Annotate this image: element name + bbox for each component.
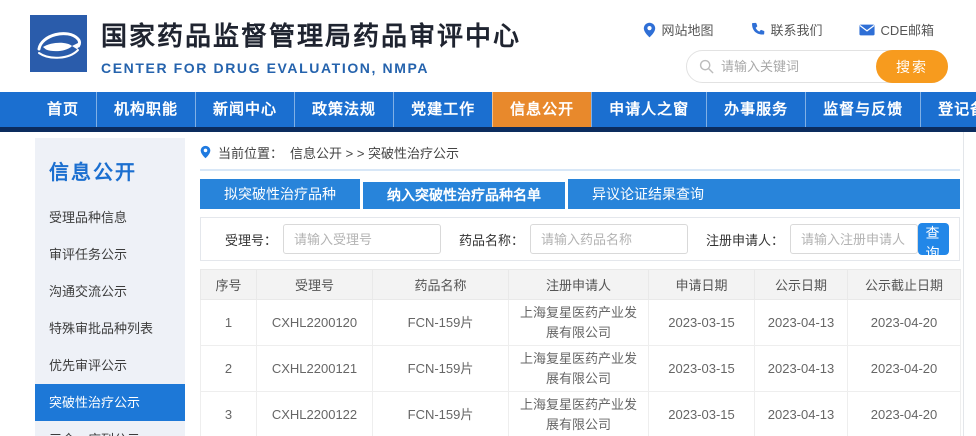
sidebar-title: 信息公开 [35, 138, 185, 185]
filter-drug-name-group: 药品名称： [459, 224, 688, 254]
table-cell: 1 [201, 300, 257, 346]
sidebar-item[interactable]: 审评任务公示 [35, 236, 185, 273]
table-cell: 2023-04-20 [848, 300, 961, 346]
table-column-header: 序号 [201, 270, 257, 300]
nav-item[interactable]: 党建工作 [393, 92, 492, 127]
nav-item[interactable]: 机构职能 [96, 92, 195, 127]
cde-logo [30, 15, 87, 72]
header-quick-links: 网站地图 联系我们 CDE邮箱 [643, 20, 934, 39]
tab-bar: 拟突破性治疗品种纳入突破性治疗品种名单异议论证结果查询 [200, 179, 960, 209]
drug-name-input[interactable] [530, 224, 688, 254]
table-body: 1CXHL2200120FCN-159片上海复星医药产业发展有限公司2023-0… [201, 300, 961, 436]
table-cell: 上海复星医药产业发展有限公司 [509, 392, 649, 436]
table-cell: 2023-04-20 [848, 392, 961, 436]
breadcrumb-pin-icon [200, 145, 211, 159]
table-cell: 2023-04-13 [755, 300, 848, 346]
site-header: 国家药品监督管理局药品审评中心 CENTER FOR DRUG EVALUATI… [0, 0, 976, 92]
table-cell: 2023-03-15 [649, 392, 755, 436]
table-cell: 2023-03-15 [649, 300, 755, 346]
table-cell: 2 [201, 346, 257, 392]
drug-name-label: 药品名称： [459, 230, 524, 249]
cde-logo-icon [30, 15, 87, 72]
content-right-edge [963, 132, 964, 436]
breadcrumb-trail: 信息公开 > > 突破性治疗公示 [290, 143, 459, 162]
main-area: 信息公开 受理品种信息审评任务公示沟通交流公示特殊审批品种列表优先审评公示突破性… [0, 132, 976, 436]
sidebar-item[interactable]: 三合一序列公示 [35, 421, 185, 436]
site-title-block: 国家药品监督管理局药品审评中心 CENTER FOR DRUG EVALUATI… [101, 16, 521, 76]
sitemap-link[interactable]: 网站地图 [643, 20, 714, 39]
site-search-box: 搜索 [686, 50, 948, 83]
results-table: 序号受理号药品名称注册申请人申请日期公示日期公示截止日期 1CXHL220012… [200, 269, 961, 436]
applicant-label: 注册申请人： [706, 230, 784, 249]
cde-website-page: 国家药品监督管理局药品审评中心 CENTER FOR DRUG EVALUATI… [0, 0, 976, 436]
breadcrumb: 当前位置： 信息公开 > > 突破性治疗公示 [200, 140, 960, 164]
nav-item[interactable]: 监督与反馈 [805, 92, 920, 127]
nav-item[interactable]: 首页 [30, 92, 96, 127]
cde-mail-link-label: CDE邮箱 [881, 20, 934, 39]
filter-acceptance-no-group: 受理号： [225, 224, 441, 254]
breadcrumb-divider [200, 169, 960, 171]
table-row: 2CXHL2200121FCN-159片上海复星医药产业发展有限公司2023-0… [201, 346, 961, 392]
sidebar-item[interactable]: 优先审评公示 [35, 347, 185, 384]
table-header-row: 序号受理号药品名称注册申请人申请日期公示日期公示截止日期 [201, 270, 961, 300]
table-cell: FCN-159片 [373, 300, 509, 346]
sidebar: 信息公开 受理品种信息审评任务公示沟通交流公示特殊审批品种列表优先审评公示突破性… [35, 138, 185, 436]
table-column-header: 申请日期 [649, 270, 755, 300]
table-row: 1CXHL2200120FCN-159片上海复星医药产业发展有限公司2023-0… [201, 300, 961, 346]
table-column-header: 公示日期 [755, 270, 848, 300]
nav-item[interactable]: 申请人之窗 [591, 92, 706, 127]
filter-bar: 受理号： 药品名称： 注册申请人： 查询 [200, 217, 960, 261]
contact-us-link-label: 联系我们 [771, 20, 823, 39]
table-column-header: 公示截止日期 [848, 270, 961, 300]
sidebar-item[interactable]: 特殊审批品种列表 [35, 310, 185, 347]
tab[interactable]: 拟突破性治疗品种 [200, 179, 360, 209]
table-cell: 2023-04-20 [848, 346, 961, 392]
table-cell: FCN-159片 [373, 392, 509, 436]
tab[interactable]: 纳入突破性治疗品种名单 [360, 179, 568, 209]
table-cell: 2023-03-15 [649, 346, 755, 392]
query-button[interactable]: 查询 [918, 223, 949, 255]
nav-item[interactable]: 新闻中心 [195, 92, 294, 127]
phone-icon [750, 22, 765, 37]
table-column-header: 注册申请人 [509, 270, 649, 300]
envelope-icon [859, 24, 875, 36]
sidebar-item[interactable]: 受理品种信息 [35, 199, 185, 236]
table-cell: 2023-04-13 [755, 346, 848, 392]
site-title-chinese: 国家药品监督管理局药品审评中心 [101, 16, 521, 53]
contact-us-link[interactable]: 联系我们 [750, 20, 823, 39]
sidebar-item[interactable]: 沟通交流公示 [35, 273, 185, 310]
table-column-header: 药品名称 [373, 270, 509, 300]
table-cell: 上海复星医药产业发展有限公司 [509, 346, 649, 392]
filter-applicant-group: 注册申请人： [706, 224, 918, 254]
table-cell: 2023-04-13 [755, 392, 848, 436]
sidebar-list: 受理品种信息审评任务公示沟通交流公示特殊审批品种列表优先审评公示突破性治疗公示三… [35, 199, 185, 436]
table-cell: 3 [201, 392, 257, 436]
search-icon [699, 59, 714, 74]
table-cell: CXHL2200121 [257, 346, 373, 392]
table-cell: 上海复星医药产业发展有限公司 [509, 300, 649, 346]
acceptance-no-input[interactable] [283, 224, 441, 254]
sitemap-link-label: 网站地图 [662, 20, 714, 39]
breadcrumb-label: 当前位置： [218, 143, 283, 162]
content-panel: 当前位置： 信息公开 > > 突破性治疗公示 拟突破性治疗品种纳入突破性治疗品种名… [200, 140, 960, 436]
search-button[interactable]: 搜索 [876, 50, 948, 83]
main-nav: 首页机构职能新闻中心政策法规党建工作信息公开申请人之窗办事服务监督与反馈登记备案… [0, 92, 976, 127]
tab[interactable]: 异议论证结果查询 [568, 179, 728, 209]
table-column-header: 受理号 [257, 270, 373, 300]
nav-item[interactable]: 办事服务 [706, 92, 805, 127]
acceptance-no-label: 受理号： [225, 230, 277, 249]
location-pin-icon [643, 22, 656, 38]
applicant-input[interactable] [790, 224, 918, 254]
cde-mail-link[interactable]: CDE邮箱 [859, 20, 934, 39]
nav-item[interactable]: 信息公开 [492, 92, 591, 127]
site-title-english: CENTER FOR DRUG EVALUATION, NMPA [101, 60, 521, 76]
table-cell: FCN-159片 [373, 346, 509, 392]
table-row: 3CXHL2200122FCN-159片上海复星医药产业发展有限公司2023-0… [201, 392, 961, 436]
table-cell: CXHL2200120 [257, 300, 373, 346]
sidebar-item[interactable]: 突破性治疗公示 [35, 384, 185, 421]
table-cell: CXHL2200122 [257, 392, 373, 436]
nav-item[interactable]: 登记备案平台 [920, 92, 976, 127]
nav-item[interactable]: 政策法规 [294, 92, 393, 127]
